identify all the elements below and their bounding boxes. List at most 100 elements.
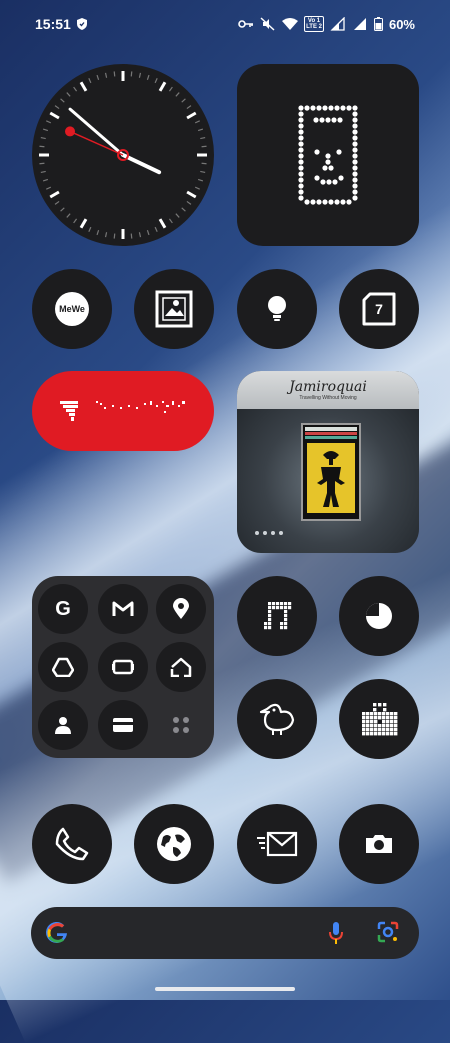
google-icon: G: [55, 597, 71, 620]
signal-icon-1: [330, 17, 345, 31]
status-time: 15:51: [35, 16, 71, 32]
face-dot: [352, 177, 358, 183]
face-dot: [298, 165, 304, 171]
contacts-app[interactable]: [38, 700, 88, 750]
clock-hour-tick: [79, 81, 88, 92]
music-pixel: [268, 622, 272, 626]
gesture-nav-handle[interactable]: [155, 987, 295, 991]
google-app[interactable]: G: [38, 584, 88, 634]
bird-app[interactable]: [237, 679, 317, 759]
toolbox-app[interactable]: [339, 679, 419, 759]
clock-hour-tick: [158, 81, 167, 92]
clock-minute-tick: [46, 120, 52, 124]
toolbox-pixel: [382, 732, 386, 736]
clock-minute-tick: [146, 229, 150, 236]
vpn-key-icon: [238, 20, 254, 28]
toolbox-pixel: [382, 712, 386, 716]
toolbox-pixel: [374, 724, 378, 728]
clock-minute-tick: [200, 136, 206, 140]
face-dot: [298, 177, 304, 183]
clock-minute-tick: [146, 74, 150, 81]
music-pixel: [284, 614, 288, 618]
more-apps-grid[interactable]: [156, 700, 206, 750]
toolbox-pixel: [362, 716, 366, 720]
face-dot: [328, 165, 334, 171]
album-header: Jamiroquai Travelling Without Moving: [237, 371, 419, 409]
face-dot: [298, 105, 304, 111]
toolbox-pixel: [382, 716, 386, 720]
toolbox-pixel: [378, 716, 382, 720]
flashlight-toggle[interactable]: [237, 269, 317, 349]
clock-minute-tick: [42, 128, 49, 132]
face-dot: [352, 141, 358, 147]
toolbox-pixel: [378, 728, 382, 732]
clock-minute-tick: [104, 232, 108, 238]
face-dot: [352, 111, 358, 117]
clock-minute-tick: [168, 218, 173, 224]
lens-icon[interactable]: [377, 921, 399, 943]
toolbox-pixel: [386, 712, 390, 716]
glyph-face-widget[interactable]: [237, 64, 419, 246]
home-app[interactable]: [156, 642, 206, 692]
google-search-bar[interactable]: [31, 907, 419, 959]
maps-app[interactable]: [156, 584, 206, 634]
dot-face-icon: [298, 105, 358, 205]
music-album-widget[interactable]: Jamiroquai Travelling Without Moving: [237, 371, 419, 553]
music-app[interactable]: [237, 576, 317, 656]
analog-clock-widget[interactable]: [32, 64, 214, 246]
page-dots: [255, 531, 283, 535]
toolbox-pixel: [394, 732, 398, 736]
screen-time-app[interactable]: [339, 576, 419, 656]
app-folder[interactable]: G: [32, 576, 214, 758]
face-dot: [298, 159, 304, 165]
face-dot: [298, 135, 304, 141]
face-dot: [340, 199, 346, 205]
face-dot: [314, 175, 320, 181]
clock-hour-tick: [79, 218, 88, 229]
face-dot: [298, 171, 304, 177]
gmail-app[interactable]: [98, 584, 148, 634]
wallet-app[interactable]: [98, 700, 148, 750]
calendar-app[interactable]: 7: [339, 269, 419, 349]
phone-app[interactable]: [32, 804, 112, 884]
clock-minute-tick: [60, 207, 65, 212]
browser-app[interactable]: [134, 804, 214, 884]
phone-icon: [55, 827, 89, 861]
clock-minute-tick: [73, 86, 78, 92]
battery-percent: 60%: [388, 16, 415, 32]
gallery-app[interactable]: [134, 269, 214, 349]
signal-icon-2: [353, 18, 366, 30]
toolbox-pixel: [394, 712, 398, 716]
album-name: Travelling Without Moving: [299, 395, 357, 401]
clock-minute-tick: [104, 72, 108, 78]
toolbox-pixel: [386, 716, 390, 720]
music-pixel: [276, 606, 280, 610]
buffalo-man-icon: [317, 451, 345, 507]
face-dot: [310, 105, 316, 111]
toolbox-pixel: [382, 724, 386, 728]
toolbox-icon: [362, 703, 398, 736]
drive-app[interactable]: [38, 642, 88, 692]
grid-dots-icon: [173, 717, 189, 733]
wallet-icon: [113, 718, 133, 732]
toolbox-pixel: [362, 724, 366, 728]
mewe-app[interactable]: MeWe: [32, 269, 112, 349]
music-pixel: [284, 618, 288, 622]
status-bar: 15:51 Vo 1 LTE 2 60%: [0, 0, 450, 52]
face-dot: [336, 149, 342, 155]
face-dot: [352, 189, 358, 195]
toolbox-pixel: [394, 724, 398, 728]
mic-icon[interactable]: [329, 921, 343, 945]
clock-minute-tick: [194, 120, 200, 124]
toolbox-pixel: [378, 724, 382, 728]
camera-app[interactable]: [339, 804, 419, 884]
toolbox-pixel: [383, 703, 387, 707]
music-pixel: [284, 626, 288, 630]
face-dot: [316, 199, 322, 205]
email-app[interactable]: [237, 804, 317, 884]
face-dot: [325, 159, 331, 165]
red-notes-widget[interactable]: [32, 371, 214, 451]
face-dot: [313, 117, 319, 123]
clock-minute-tick: [54, 200, 60, 205]
tv-app[interactable]: [98, 642, 148, 692]
